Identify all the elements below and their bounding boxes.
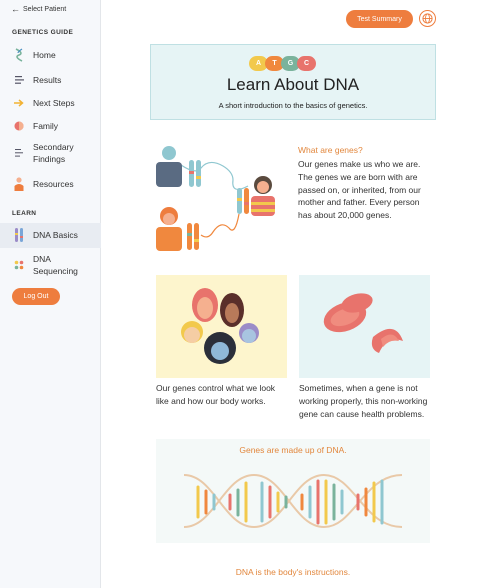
nav-item-dna-basics[interactable]: DNA Basics xyxy=(0,223,101,248)
base-pills: A T G C xyxy=(249,56,316,71)
globe-icon[interactable] xyxy=(419,10,436,27)
nav-label-next-steps: Next Steps xyxy=(33,98,75,108)
sidebar: ← Select Patient GENETICS GUIDE Home Res… xyxy=(0,0,101,588)
hero-banner: A T G C Learn About DNA A short introduc… xyxy=(150,44,436,120)
app: ← Select Patient GENETICS GUIDE Home Res… xyxy=(0,0,480,588)
nav-label-secondary-findings: Secondary Findings xyxy=(33,142,74,164)
genetics-guide-heading: GENETICS GUIDE xyxy=(12,29,74,36)
page-subtitle: A short introduction to the basics of ge… xyxy=(218,101,368,110)
learn-heading: LEARN xyxy=(12,210,37,217)
arrow-right-icon xyxy=(13,96,25,110)
base-c-pill: C xyxy=(297,56,316,71)
dna-section-title: Genes are made up of DNA. xyxy=(239,445,347,455)
test-summary-button[interactable]: Test Summary xyxy=(346,10,413,28)
dna-strand-section: Genes are made up of DNA. xyxy=(156,439,430,543)
nav-label-results: Results xyxy=(33,75,62,85)
list-icon xyxy=(13,73,25,87)
nav-item-dna-sequencing[interactable]: DNA Sequencing xyxy=(0,252,101,278)
person-icon xyxy=(13,177,25,191)
nav-label-dna-basics: DNA Basics xyxy=(33,230,78,240)
nav-item-family[interactable]: Family xyxy=(0,118,101,134)
nav-label-dna-sequencing: DNA Sequencing xyxy=(33,254,78,276)
family-icon xyxy=(13,119,25,133)
dna-strand-icon xyxy=(13,48,25,62)
nav-item-secondary-findings[interactable]: Secondary Findings xyxy=(0,140,101,166)
cells-illustration xyxy=(299,275,430,378)
nav-item-results[interactable]: Results xyxy=(0,72,101,88)
lines-icon xyxy=(13,146,25,160)
dots-icon xyxy=(13,258,25,272)
nav-label-home: Home xyxy=(33,50,56,60)
family-faces-illustration xyxy=(156,275,287,378)
nav-item-next-steps[interactable]: Next Steps xyxy=(0,95,101,111)
dna-double-helix-illustration xyxy=(184,473,402,529)
nav-item-resources[interactable]: Resources xyxy=(0,176,101,192)
chromosome-icon xyxy=(13,228,25,242)
faces-caption: Our genes control what we look like and … xyxy=(156,383,276,406)
back-label: Select Patient xyxy=(23,6,67,13)
page-title: Learn About DNA xyxy=(226,75,360,94)
nav-item-home[interactable]: Home xyxy=(0,47,101,63)
nav-label-resources: Resources xyxy=(33,179,74,189)
nav-label-family: Family xyxy=(33,121,59,131)
cells-caption: Sometimes, when a gene is not working pr… xyxy=(299,383,428,419)
genes-heading: What are genes? xyxy=(298,145,363,155)
inheritance-illustration xyxy=(153,140,283,255)
dna-instructions-heading: DNA is the body's instructions. xyxy=(235,567,351,577)
genes-body: Our genes make us who we are. The genes … xyxy=(298,159,421,221)
arrow-left-icon: ← xyxy=(11,4,20,14)
logout-button[interactable]: Log Out xyxy=(12,288,60,305)
back-link[interactable]: ← Select Patient xyxy=(11,5,66,14)
